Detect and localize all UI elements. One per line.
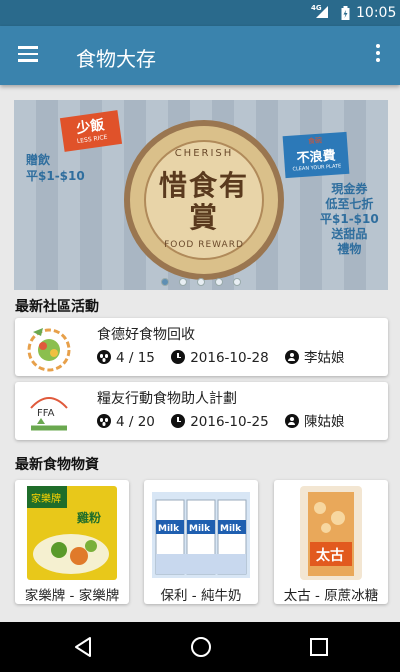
carousel-dot[interactable] <box>161 278 169 286</box>
back-icon[interactable] <box>72 635 96 659</box>
person-icon <box>284 350 299 364</box>
product-label: 保利 - 純牛奶 <box>160 588 242 604</box>
milk-pack-image: Milk Milk Milk <box>152 492 250 578</box>
person-icon <box>284 414 299 428</box>
activity-name: 食德好食物回收 <box>97 327 195 343</box>
activity-name: 糧友行動食物助人計劃 <box>97 391 237 407</box>
food-recycle-logo <box>27 328 71 372</box>
cane-sugar-image: 太古 <box>300 486 362 580</box>
banner-left-text: 贈飲 平$1-$10 <box>26 153 85 183</box>
banner-main-title: 惜食有賞 <box>158 169 249 234</box>
clock: 10:05 <box>356 5 397 21</box>
carousel-indicator <box>14 278 388 286</box>
participants-icon <box>97 350 111 364</box>
promo-banner[interactable]: 贈飲 平$1-$10 少飯 LESS RICE CHERISH 惜食有賞 FOO… <box>14 100 388 290</box>
product-label: 家樂牌 - 家樂牌 <box>24 588 120 604</box>
chicken-powder-image: 家樂牌 雞粉 <box>27 486 117 580</box>
svg-text:Milk: Milk <box>158 524 180 534</box>
clock-icon <box>171 414 186 428</box>
banner-right-text: 現金券 低至七折 平$1-$10 送甜品 禮物 <box>320 182 379 256</box>
community-section-title: 最新社區活動 <box>15 299 99 315</box>
recents-icon[interactable] <box>307 635 331 659</box>
menu-icon[interactable] <box>16 43 40 67</box>
ffa-logo: FFA <box>30 397 68 431</box>
svg-text:家樂牌: 家樂牌 <box>31 492 61 505</box>
svg-text:太古: 太古 <box>316 547 344 564</box>
svg-text:雞粉: 雞粉 <box>76 510 101 525</box>
clean-plate-tag: 食碗 不浪費 CLEAN YOUR PLATE <box>282 131 350 179</box>
activity-card[interactable]: 食德好食物回收 4 / 15 2016-10-28 李姑娘 <box>15 318 388 376</box>
activity-card[interactable]: FFA 糧友行動食物助人計劃 4 / 20 2016-10-25 陳姑娘 <box>15 382 388 440</box>
clock-icon <box>171 350 186 364</box>
status-bar: 4G 10:05 <box>0 0 400 26</box>
activity-meta: 4 / 15 2016-10-28 李姑娘 <box>97 346 356 366</box>
system-nav-bar <box>0 622 400 672</box>
battery-icon <box>341 6 350 20</box>
seal-inner: CHERISH 惜食有賞 FOOD REWARD <box>144 140 264 260</box>
more-vert-icon[interactable] <box>370 44 386 68</box>
carousel-dot[interactable] <box>233 278 241 286</box>
product-card[interactable]: 太古 太古 - 原蔗冰糖 <box>274 480 388 604</box>
svg-text:Milk: Milk <box>220 524 242 534</box>
app-bar: 食物大存 <box>0 26 400 85</box>
carousel-dot[interactable] <box>179 278 187 286</box>
product-card[interactable]: Milk Milk Milk 保利 - 純牛奶 <box>144 480 258 604</box>
participants-icon <box>97 414 111 428</box>
activity-meta: 4 / 20 2016-10-25 陳姑娘 <box>97 410 356 430</box>
cherish-seal: CHERISH 惜食有賞 FOOD REWARD <box>124 120 284 280</box>
product-list: 家樂牌 雞粉 家樂牌 - 家樂牌 Milk Milk Milk 保利 - 純牛奶 <box>15 480 388 604</box>
page-title: 食物大存 <box>76 47 156 71</box>
food-section-title: 最新食物物資 <box>15 457 99 473</box>
carousel-dot[interactable] <box>197 278 205 286</box>
signal-icon <box>316 6 328 18</box>
home-icon[interactable] <box>189 635 213 659</box>
product-label: 太古 - 原蔗冰糖 <box>283 588 379 604</box>
carousel-dot[interactable] <box>215 278 223 286</box>
svg-text:FFA: FFA <box>37 408 55 419</box>
product-card[interactable]: 家樂牌 雞粉 家樂牌 - 家樂牌 <box>15 480 129 604</box>
svg-text:Milk: Milk <box>189 524 211 534</box>
